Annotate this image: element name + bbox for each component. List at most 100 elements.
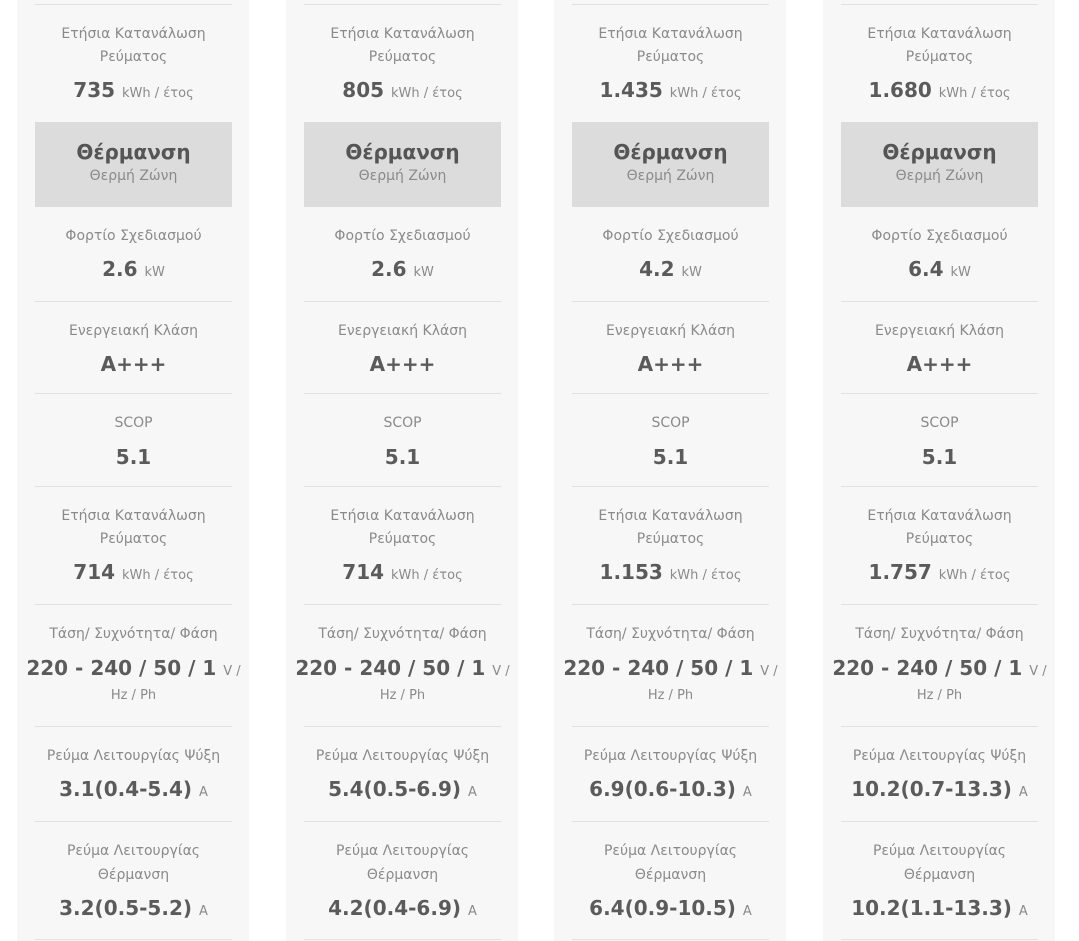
heating-consumption-label-2: Ρεύματος	[905, 531, 974, 547]
heating-consumption-label: Ετήσια Κατανάλωση	[867, 508, 1012, 524]
voltage-unit-line2: Hz / Ph	[916, 688, 963, 703]
energy-class-label: Ενεργειακή Κλάση	[606, 323, 735, 339]
energy-class-label: Ενεργειακή Κλάση	[338, 323, 467, 339]
divider	[841, 726, 1038, 727]
divider	[304, 604, 501, 605]
energy-class-label: Ενεργειακή Κλάση	[875, 323, 1004, 339]
cooling-consumption-label-2: Ρεύματος	[905, 49, 974, 65]
current-heating-label-2: Θέρμανση	[366, 867, 439, 883]
voltage-value: 220 - 240 / 50 / 1 V /	[832, 656, 1047, 680]
divider	[572, 4, 769, 5]
cooling-consumption-label: Ετήσια Κατανάλωση	[61, 26, 206, 42]
cooling-consumption-label-2: Ρεύματος	[368, 49, 437, 65]
heating-section-header: Θέρμανση Θερμή Ζώνη	[35, 122, 232, 207]
current-heating-value: 10.2(1.1-13.3) A	[851, 896, 1028, 920]
voltage-unit-line2: Hz / Ph	[647, 688, 694, 703]
heating-consumption-value: 714 kWh / έτος	[73, 560, 194, 584]
voltage-value: 220 - 240 / 50 / 1 V /	[26, 656, 241, 680]
divider	[572, 301, 769, 302]
divider	[841, 939, 1038, 940]
current-heating-value: 6.4(0.9-10.5) A	[589, 896, 752, 920]
divider	[35, 393, 232, 394]
heating-consumption-label: Ετήσια Κατανάλωση	[330, 508, 475, 524]
design-load-value: 2.6 kW	[371, 257, 434, 281]
current-heating-label: Ρεύμα Λειτουργίας	[66, 843, 201, 859]
current-cooling-label: Ρεύμα Λειτουργίας Ψύξη	[852, 748, 1027, 764]
scop-value: 5.1	[115, 445, 152, 469]
cooling-consumption-label: Ετήσια Κατανάλωση	[598, 26, 743, 42]
divider	[35, 4, 232, 5]
scop-value: 5.1	[921, 445, 958, 469]
divider	[841, 301, 1038, 302]
current-heating-label-2: Θέρμανση	[903, 867, 976, 883]
heating-consumption-label-2: Ρεύματος	[636, 531, 705, 547]
cooling-consumption-label: Ετήσια Κατανάλωση	[867, 26, 1012, 42]
voltage-unit-line2: Hz / Ph	[110, 688, 157, 703]
spec-column-1: Ετήσια Κατανάλωση Ρεύματος 735 kWh / έτο…	[17, 0, 249, 941]
heating-consumption-label: Ετήσια Κατανάλωση	[61, 508, 206, 524]
cooling-consumption-label-2: Ρεύματος	[636, 49, 705, 65]
current-heating-label-2: Θέρμανση	[97, 867, 170, 883]
divider	[841, 4, 1038, 5]
divider	[304, 301, 501, 302]
design-load-value: 6.4 kW	[908, 257, 971, 281]
divider	[35, 604, 232, 605]
heating-consumption-value: 714 kWh / έτος	[342, 560, 463, 584]
heating-consumption-label: Ετήσια Κατανάλωση	[598, 508, 743, 524]
energy-class-value: A+++	[100, 352, 167, 376]
heating-subtitle: Θερμή Ζώνη	[895, 168, 984, 184]
divider	[572, 726, 769, 727]
design-load-value: 2.6 kW	[102, 257, 165, 281]
heating-section-header: Θέρμανση Θερμή Ζώνη	[841, 122, 1038, 207]
current-cooling-label: Ρεύμα Λειτουργίας Ψύξη	[583, 748, 758, 764]
current-cooling-value: 3.1(0.4-5.4) A	[59, 777, 208, 801]
current-heating-value: 4.2(0.4-6.9) A	[328, 896, 477, 920]
current-heating-label-2: Θέρμανση	[634, 867, 707, 883]
divider	[304, 726, 501, 727]
energy-class-value: A+++	[369, 352, 436, 376]
current-cooling-label: Ρεύμα Λειτουργίας Ψύξη	[46, 748, 221, 764]
cooling-consumption-value: 735 kWh / έτος	[73, 78, 194, 102]
cooling-consumption-label: Ετήσια Κατανάλωση	[330, 26, 475, 42]
voltage-label: Τάση/ Συχνότητα/ Φάση	[586, 626, 755, 642]
current-cooling-label: Ρεύμα Λειτουργίας Ψύξη	[315, 748, 490, 764]
energy-class-label: Ενεργειακή Κλάση	[69, 323, 198, 339]
spec-column-3: Ετήσια Κατανάλωση Ρεύματος 1.435 kWh / έ…	[554, 0, 786, 941]
divider	[841, 604, 1038, 605]
scop-label: SCOP	[651, 415, 690, 431]
voltage-value: 220 - 240 / 50 / 1 V /	[563, 656, 778, 680]
design-load-label: Φορτίο Σχεδιασμού	[602, 228, 739, 244]
divider	[35, 939, 232, 940]
design-load-value: 4.2 kW	[639, 257, 702, 281]
voltage-value: 220 - 240 / 50 / 1 V /	[295, 656, 510, 680]
divider	[304, 939, 501, 940]
cooling-consumption-value: 1.435 kWh / έτος	[599, 78, 742, 102]
spec-column-4: Ετήσια Κατανάλωση Ρεύματος 1.680 kWh / έ…	[823, 0, 1055, 941]
scop-label: SCOP	[114, 415, 153, 431]
heating-subtitle: Θερμή Ζώνη	[626, 168, 715, 184]
heating-title: Θέρμανση	[882, 140, 997, 164]
cooling-consumption-label-2: Ρεύματος	[99, 49, 168, 65]
voltage-unit-line2: Hz / Ph	[379, 688, 426, 703]
current-cooling-value: 10.2(0.7-13.3) A	[851, 777, 1028, 801]
scop-value: 5.1	[652, 445, 689, 469]
divider	[572, 604, 769, 605]
heating-title: Θέρμανση	[613, 140, 728, 164]
heating-consumption-label-2: Ρεύματος	[368, 531, 437, 547]
divider	[841, 821, 1038, 822]
voltage-label: Τάση/ Συχνότητα/ Φάση	[318, 626, 487, 642]
current-cooling-value: 6.9(0.6-10.3) A	[589, 777, 752, 801]
spec-column-2: Ετήσια Κατανάλωση Ρεύματος 805 kWh / έτο…	[286, 0, 518, 941]
current-heating-label: Ρεύμα Λειτουργίας	[335, 843, 470, 859]
heating-title: Θέρμανση	[345, 140, 460, 164]
divider	[304, 393, 501, 394]
current-cooling-value: 5.4(0.5-6.9) A	[328, 777, 477, 801]
heating-consumption-label-2: Ρεύματος	[99, 531, 168, 547]
divider	[304, 821, 501, 822]
energy-class-value: A+++	[637, 352, 704, 376]
cooling-consumption-value: 1.680 kWh / έτος	[868, 78, 1011, 102]
current-heating-label: Ρεύμα Λειτουργίας	[603, 843, 738, 859]
divider	[35, 486, 232, 487]
heating-title: Θέρμανση	[76, 140, 191, 164]
divider	[304, 4, 501, 5]
